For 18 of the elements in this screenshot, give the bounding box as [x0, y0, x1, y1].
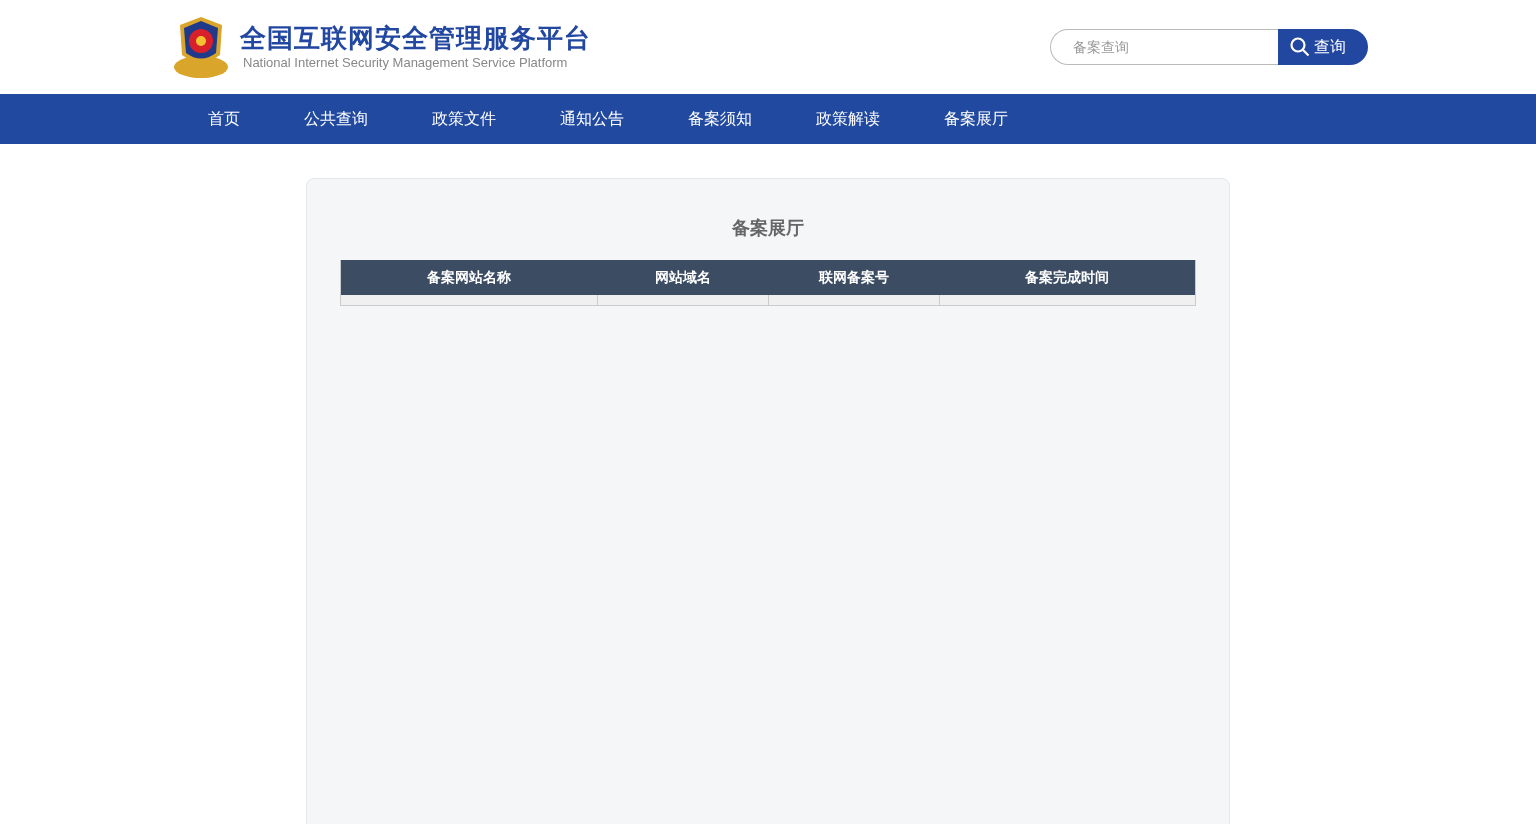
- site-subtitle: National Internet Security Management Service Platform: [242, 54, 569, 72]
- column-header: 联网备案号: [817, 268, 890, 287]
- search-field[interactable]: 备案查询: [1050, 29, 1278, 65]
- column-header: 备案网站名称: [426, 268, 512, 287]
- nav-link[interactable]: 政策文件: [400, 107, 528, 131]
- nav-link[interactable]: 政策解读: [784, 107, 912, 131]
- nav-link[interactable]: 首页: [176, 107, 272, 131]
- site-title: 全国互联网安全管理服务平台: [240, 22, 591, 54]
- search-button[interactable]: 查询: [1278, 29, 1368, 65]
- panel-title: 备案展厅: [732, 217, 804, 240]
- nav-link[interactable]: 备案展厅: [912, 107, 1040, 131]
- nav-link[interactable]: 备案须知: [656, 107, 784, 131]
- column-header: 网站域名: [653, 268, 712, 287]
- emblem-icon: [172, 15, 230, 79]
- column-header: 备案完成时间: [1024, 268, 1110, 287]
- search-icon: [1290, 37, 1310, 57]
- nav-link[interactable]: 公共查询: [272, 107, 400, 131]
- nav-link[interactable]: 通知公告: [528, 107, 656, 131]
